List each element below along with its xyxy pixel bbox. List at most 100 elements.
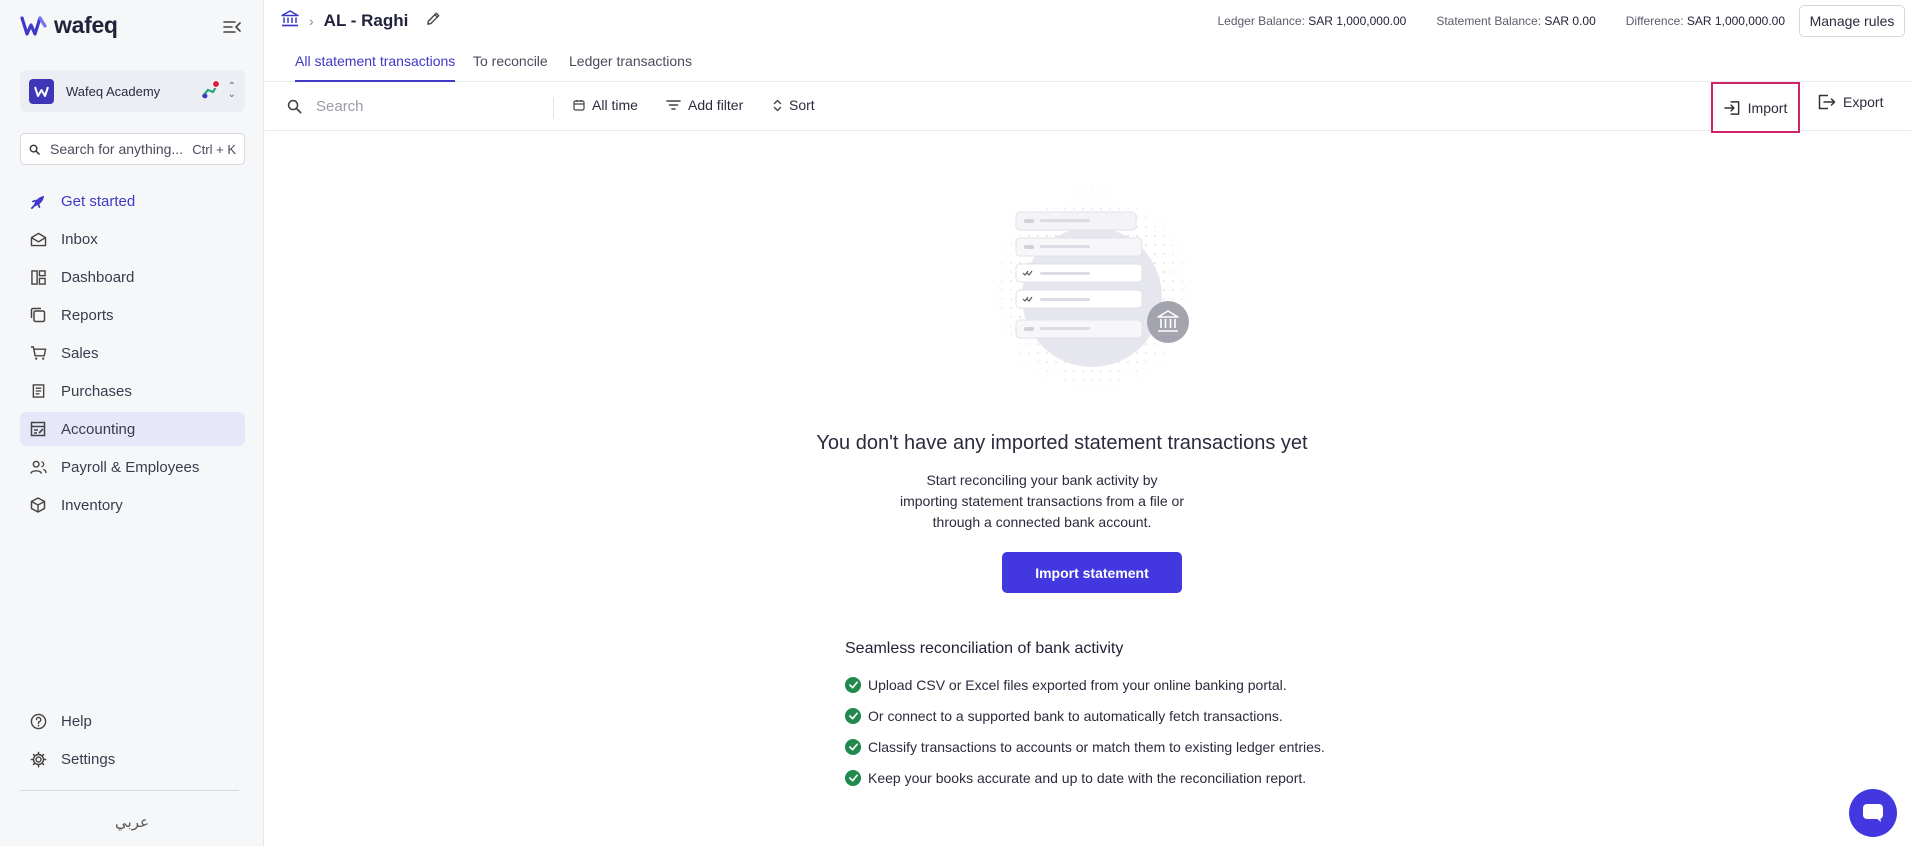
- help-icon: [29, 712, 47, 730]
- transactions-search-input[interactable]: Search: [287, 98, 364, 115]
- nav-label: Sales: [61, 344, 99, 362]
- nav-label: Dashboard: [61, 268, 135, 286]
- nav-item-help[interactable]: Help: [20, 704, 245, 738]
- nav-label: Payroll & Employees: [61, 458, 200, 476]
- nav-label: Inventory: [61, 496, 123, 514]
- export-label: Export: [1843, 94, 1884, 110]
- global-search-input[interactable]: Search for anything... Ctrl + K: [20, 133, 245, 165]
- nav-item-get-started[interactable]: Get started: [20, 184, 245, 218]
- sidebar-divider: [20, 790, 239, 791]
- feature-item: Or connect to a supported bank to automa…: [845, 700, 1405, 731]
- inbox-icon: [29, 230, 47, 248]
- notification-dot: [211, 80, 220, 88]
- features-list: Seamless reconciliation of bank activity…: [845, 640, 1405, 793]
- check-circle-icon: [845, 738, 861, 755]
- nav-label: Purchases: [61, 382, 132, 400]
- organization-switcher[interactable]: Wafeq Academy ⌃ ⌄: [20, 70, 245, 112]
- date-filter-button[interactable]: All time: [573, 97, 638, 113]
- features-title: Seamless reconciliation of bank activity: [845, 640, 1124, 657]
- tab-all-statement-transactions[interactable]: All statement transactions: [295, 53, 456, 82]
- rocket-icon: [29, 192, 47, 210]
- ledger-balance: Ledger Balance: SAR 1,000,000.00: [1217, 14, 1407, 28]
- nav-item-sales[interactable]: Sales: [20, 336, 245, 370]
- import-button[interactable]: Import: [1711, 82, 1800, 133]
- page-header: › AL - Raghi Ledger Balance: SAR 1,000,0…: [265, 0, 1911, 42]
- feature-text: Keep your books accurate and up to date …: [868, 769, 1307, 786]
- toolbar: Search All time Add filter Sort: [265, 83, 1911, 131]
- calendar-icon: [573, 100, 585, 111]
- tab-to-reconcile[interactable]: To reconcile: [473, 53, 548, 80]
- feature-text: Or connect to a supported bank to automa…: [868, 707, 1283, 724]
- manage-rules-button[interactable]: Manage rules: [1799, 5, 1905, 37]
- nav-item-dashboard[interactable]: Dashboard: [20, 260, 245, 294]
- org-avatar: [29, 78, 54, 104]
- nav-item-inbox[interactable]: Inbox: [20, 222, 245, 256]
- filter-icon: [666, 100, 681, 110]
- breadcrumb: › AL - Raghi: [281, 10, 441, 32]
- nav-label: Help: [61, 712, 92, 730]
- wafeq-logo-icon: [20, 15, 47, 36]
- sort-label: Sort: [789, 97, 815, 113]
- export-button[interactable]: Export: [1818, 94, 1883, 110]
- add-filter-label: Add filter: [688, 97, 744, 113]
- chat-icon: [1863, 804, 1883, 822]
- dashboard-icon: [29, 268, 47, 286]
- search-icon: [287, 99, 302, 114]
- nav-item-settings[interactable]: Settings: [20, 742, 245, 776]
- search-icon: [29, 144, 40, 155]
- import-label: Import: [1747, 99, 1788, 116]
- chat-support-button[interactable]: [1849, 789, 1897, 837]
- collapse-icon: [223, 21, 241, 33]
- bottom-nav: Help Settings: [20, 704, 245, 780]
- feature-item: Keep your books accurate and up to date …: [845, 762, 1405, 793]
- bank-icon[interactable]: [281, 10, 299, 32]
- edit-pencil-icon[interactable]: [426, 11, 441, 31]
- feature-text: Upload CSV or Excel files exported from …: [868, 676, 1287, 693]
- wafeq-logo[interactable]: wafeq: [20, 12, 118, 39]
- nav-item-inventory[interactable]: Inventory: [20, 488, 245, 522]
- receipt-icon: [29, 382, 47, 400]
- export-icon: [1818, 94, 1836, 110]
- global-search-placeholder: Search for anything...: [50, 141, 184, 157]
- ledger-balance-value: SAR 1,000,000.00: [1308, 14, 1407, 28]
- feature-text: Classify transactions to accounts or mat…: [868, 738, 1325, 755]
- import-icon: [1723, 100, 1740, 115]
- toolbar-divider: [553, 97, 554, 119]
- search-placeholder: Search: [316, 98, 364, 115]
- collapse-sidebar-button[interactable]: [222, 18, 242, 36]
- nav-label: Inbox: [61, 230, 98, 248]
- sort-button[interactable]: Sort: [773, 97, 815, 113]
- search-shortcut: Ctrl + K: [192, 141, 236, 157]
- ledger-icon: [29, 420, 47, 438]
- page-title: AL - Raghi: [323, 11, 409, 30]
- empty-state-illustration: [982, 180, 1202, 400]
- notification-badge[interactable]: [200, 80, 222, 100]
- import-statement-button[interactable]: Import statement: [1002, 552, 1182, 593]
- language-toggle[interactable]: عربي: [0, 813, 264, 831]
- reports-icon: [29, 306, 47, 324]
- org-name: Wafeq Academy: [66, 83, 161, 99]
- brand-name: wafeq: [54, 12, 118, 38]
- people-icon: [29, 458, 47, 476]
- nav-label: Get started: [61, 192, 136, 210]
- nav-label: Accounting: [61, 420, 136, 438]
- nav-item-reports[interactable]: Reports: [20, 298, 245, 332]
- check-circle-icon: [845, 676, 861, 693]
- sidebar: wafeq Wafeq Academy ⌃ ⌄ Search for anyth…: [0, 0, 264, 846]
- cart-icon: [29, 344, 47, 362]
- nav-item-payroll[interactable]: Payroll & Employees: [20, 450, 245, 484]
- difference-value: SAR 1,000,000.00: [1686, 14, 1785, 28]
- date-filter-label: All time: [592, 97, 638, 113]
- sort-icon: [773, 99, 782, 111]
- box-icon: [29, 496, 47, 514]
- nav-label: Reports: [61, 306, 114, 324]
- nav-label: Settings: [61, 750, 116, 768]
- add-filter-button[interactable]: Add filter: [666, 97, 743, 113]
- check-circle-icon: [845, 769, 861, 786]
- org-logo-icon: [34, 86, 49, 97]
- balance-summary: Ledger Balance: SAR 1,000,000.00 Stateme…: [1217, 14, 1785, 28]
- tab-ledger-transactions[interactable]: Ledger transactions: [569, 53, 692, 80]
- nav-item-purchases[interactable]: Purchases: [20, 374, 245, 408]
- gear-icon: [29, 750, 47, 768]
- nav-item-accounting[interactable]: Accounting: [20, 412, 245, 446]
